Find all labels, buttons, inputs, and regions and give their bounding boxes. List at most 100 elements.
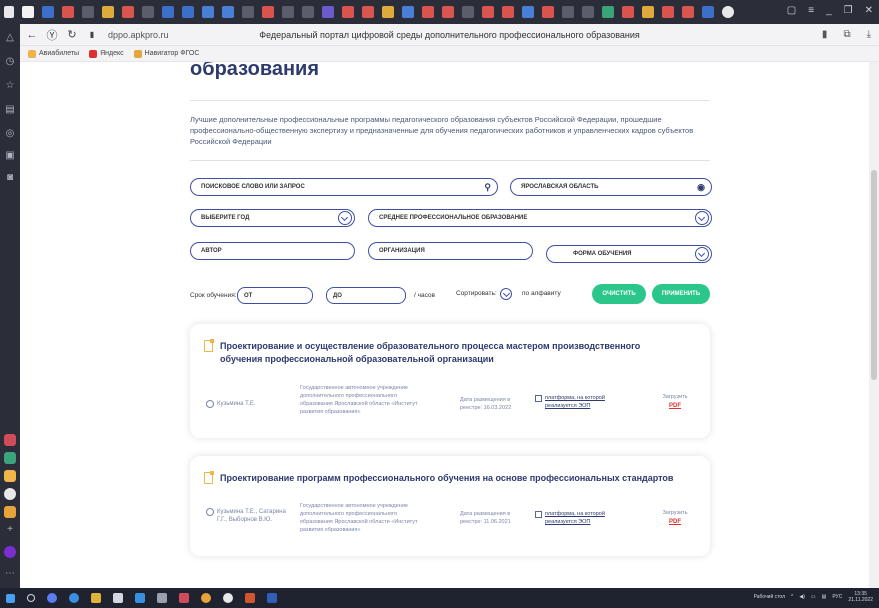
- tab-home-icon[interactable]: [22, 6, 34, 18]
- app-icon[interactable]: [4, 546, 16, 558]
- study-form-select[interactable]: Форма обучения: [546, 245, 712, 263]
- tab-icon[interactable]: [342, 6, 354, 18]
- app-icon[interactable]: [4, 452, 16, 464]
- tab-icon[interactable]: [82, 6, 94, 18]
- search-input[interactable]: Поисковое слово или запрос ⚲: [190, 178, 498, 196]
- tab-icon[interactable]: [602, 6, 614, 18]
- messenger-icon[interactable]: ◙: [4, 172, 16, 184]
- clear-button[interactable]: Очистить: [592, 284, 646, 304]
- download-block[interactable]: Загрузить PDF: [660, 510, 690, 525]
- tab-icon[interactable]: [362, 6, 374, 18]
- more-icon[interactable]: ⋯: [4, 568, 16, 580]
- mail-icon[interactable]: [135, 593, 145, 603]
- program-card[interactable]: Проектирование программ профессиональног…: [190, 456, 710, 556]
- year-select[interactable]: Выберите год: [190, 209, 355, 227]
- tab-icon[interactable]: [382, 6, 394, 18]
- tab-icon[interactable]: [262, 6, 274, 18]
- program-card[interactable]: Проектирование и осуществление образоват…: [190, 324, 710, 438]
- apply-button[interactable]: Применить: [652, 284, 710, 304]
- pdf-download-icon[interactable]: PDF: [660, 403, 690, 409]
- edge-icon[interactable]: [69, 593, 79, 603]
- menu-icon[interactable]: ≡: [808, 5, 814, 16]
- download-block[interactable]: Загрузить PDF: [660, 394, 690, 409]
- cortana-icon[interactable]: [47, 593, 57, 603]
- browser-menu-icon[interactable]: [4, 6, 14, 18]
- organization-input[interactable]: Организация: [368, 242, 533, 260]
- education-level-select[interactable]: Среднее профессиональное образование: [368, 209, 712, 227]
- chevron-down-icon[interactable]: [695, 211, 709, 225]
- chrome-icon[interactable]: [201, 593, 211, 603]
- notes-icon[interactable]: ▤: [4, 104, 16, 116]
- search-icon[interactable]: ⚲: [484, 182, 491, 193]
- windows-start-icon[interactable]: [6, 593, 15, 603]
- duration-to-input[interactable]: до: [326, 287, 406, 304]
- platform-link[interactable]: платформа, на которой реализуется ЭОП: [535, 510, 615, 526]
- tab-icon[interactable]: [502, 6, 514, 18]
- yandex-browser-icon[interactable]: [223, 593, 233, 603]
- tab-icon[interactable]: [102, 6, 114, 18]
- tab-icon[interactable]: [322, 6, 334, 18]
- region-select[interactable]: Ярославская область ◉: [510, 178, 712, 196]
- back-icon[interactable]: ←: [24, 29, 40, 41]
- tab-icon[interactable]: [662, 6, 674, 18]
- app-icon[interactable]: [4, 470, 16, 482]
- minimize-icon[interactable]: _: [826, 5, 832, 16]
- platform-link[interactable]: платформа, на которой реализуется ЭОП: [535, 394, 615, 410]
- restore-icon[interactable]: ❐: [844, 5, 853, 16]
- desktop-label[interactable]: Рабочий стол: [754, 594, 785, 600]
- tab-icon[interactable]: [202, 6, 214, 18]
- app-icon[interactable]: [179, 593, 189, 603]
- tab-icon[interactable]: [122, 6, 134, 18]
- tab-icon[interactable]: [222, 6, 234, 18]
- word-icon[interactable]: [267, 593, 277, 603]
- keyboard-icon[interactable]: ▤: [822, 594, 827, 600]
- alice-icon[interactable]: △: [4, 32, 16, 44]
- bookmark-aviabilety[interactable]: Авиабилеты: [28, 49, 79, 58]
- tab-icon[interactable]: [182, 6, 194, 18]
- store-icon[interactable]: [113, 593, 123, 603]
- app-icon[interactable]: [4, 434, 16, 446]
- tab-active-icon[interactable]: [702, 6, 714, 18]
- tab-icon[interactable]: [162, 6, 174, 18]
- tab-icon[interactable]: [462, 6, 474, 18]
- new-tab-icon[interactable]: [722, 6, 734, 18]
- tab-icon[interactable]: [402, 6, 414, 18]
- sort-chevron-icon[interactable]: [500, 288, 512, 300]
- app-icon[interactable]: [4, 506, 16, 518]
- powerpoint-icon[interactable]: [245, 593, 255, 603]
- bookmark-navigator[interactable]: Навигатор ФГОС: [133, 49, 199, 58]
- downloads-icon[interactable]: ⤓: [867, 29, 871, 40]
- sort-value[interactable]: по алфавиту: [522, 290, 561, 297]
- add-icon[interactable]: +: [4, 524, 16, 536]
- tab-icon[interactable]: [642, 6, 654, 18]
- tab-icon[interactable]: [542, 6, 554, 18]
- zen-icon[interactable]: ◎: [4, 128, 16, 140]
- program-title[interactable]: Проектирование и осуществление образоват…: [220, 340, 680, 366]
- explorer-icon[interactable]: [91, 593, 101, 603]
- tab-icon[interactable]: [42, 6, 54, 18]
- calculator-icon[interactable]: [157, 593, 167, 603]
- tab-icon[interactable]: [682, 6, 694, 18]
- chevron-down-icon[interactable]: [695, 247, 709, 261]
- scrollbar-thumb[interactable]: [871, 170, 877, 380]
- bookmark-flag-icon[interactable]: ▮: [822, 29, 828, 40]
- tab-icon[interactable]: [482, 6, 494, 18]
- yandex-icon[interactable]: Ⓨ: [44, 27, 60, 43]
- tab-icon[interactable]: [242, 6, 254, 18]
- collections-icon[interactable]: ⧉: [843, 29, 850, 40]
- app-icon[interactable]: [4, 488, 16, 500]
- tab-icon[interactable]: [562, 6, 574, 18]
- favorites-icon[interactable]: ☆: [4, 80, 16, 92]
- tab-icon[interactable]: [302, 6, 314, 18]
- search-icon[interactable]: [27, 594, 35, 602]
- tab-icon[interactable]: [622, 6, 634, 18]
- tab-icon[interactable]: [62, 6, 74, 18]
- volume-icon[interactable]: ◀): [799, 594, 805, 600]
- pdf-download-icon[interactable]: PDF: [660, 519, 690, 525]
- tab-icon[interactable]: [522, 6, 534, 18]
- program-title[interactable]: Проектирование программ профессиональног…: [220, 472, 680, 485]
- network-icon[interactable]: ▭: [811, 594, 816, 600]
- reload-icon[interactable]: ↻: [64, 28, 80, 41]
- language-indicator[interactable]: РУС: [832, 594, 842, 600]
- url-field[interactable]: dppo.apkpro.ru: [108, 30, 169, 40]
